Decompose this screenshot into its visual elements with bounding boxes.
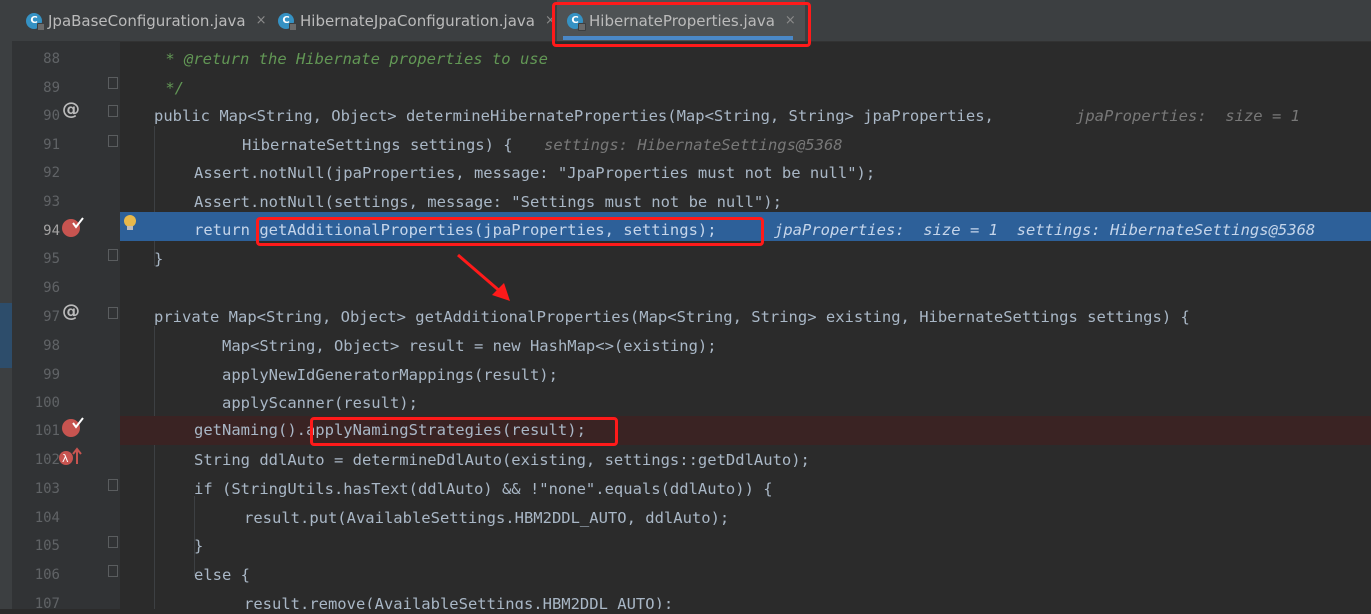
line-number: 102: [34, 452, 60, 468]
code-text: * @return the Hibernate properties to us…: [156, 50, 548, 68]
code-text: HibernateSettings settings) {: [186, 136, 513, 154]
editor-tab-bar: C JpaBaseConfiguration.java × C Hibernat…: [0, 0, 1371, 47]
line-gutter: 88 89 90 91 92 93 94 95 96 97 98 99 100 …: [12, 41, 120, 612]
fold-marker-icon[interactable]: [108, 565, 118, 577]
line-number: 96: [43, 280, 60, 296]
code-line-100[interactable]: applyScanner(result);: [120, 389, 1371, 418]
line-number: 105: [34, 538, 60, 554]
code-text: private Map<String, Object> getAdditiona…: [154, 308, 1190, 326]
code-text: */: [156, 79, 184, 97]
code-line-89[interactable]: */: [120, 74, 1371, 103]
fold-marker-icon[interactable]: [108, 77, 118, 89]
override-marker-icon[interactable]: @: [62, 99, 80, 120]
fold-marker-icon[interactable]: [108, 479, 118, 491]
code-text: if (StringUtils.hasText(ddlAuto) && !"no…: [166, 480, 773, 498]
override-marker-icon[interactable]: @: [62, 301, 80, 322]
class-c-icon: C: [278, 12, 297, 31]
code-line-95[interactable]: }: [120, 245, 1371, 274]
debug-inline-value: settings: HibernateSettings@5368: [544, 136, 843, 154]
line-number: 99: [43, 367, 60, 383]
line-number: 90: [43, 108, 60, 124]
debug-inline-value: jpaProperties: size = 1 settings: Hibern…: [774, 221, 1316, 239]
code-text: }: [166, 537, 204, 555]
code-line-92[interactable]: Assert.notNull(jpaProperties, message: "…: [120, 159, 1371, 188]
fold-marker-icon[interactable]: [108, 307, 118, 319]
tab-label: HibernateJpaConfiguration.java: [300, 11, 535, 30]
code-line-105[interactable]: }: [120, 532, 1371, 561]
line-number: 106: [34, 567, 60, 583]
code-line-107[interactable]: result.remove(AvailableSettings.HBM2DDL_…: [120, 590, 1371, 609]
lambda-up-icon[interactable]: λ: [58, 446, 84, 472]
line-number: 101: [34, 423, 60, 439]
code-line-90[interactable]: public Map<String, Object> determineHibe…: [120, 102, 1371, 131]
code-text: else {: [166, 566, 250, 584]
line-number: 92: [43, 165, 60, 181]
code-text: result.put(AvailableSettings.HBM2DDL_AUT…: [188, 509, 730, 527]
code-line-88[interactable]: * @return the Hibernate properties to us…: [120, 45, 1371, 74]
fold-marker-icon[interactable]: [108, 536, 118, 548]
line-number: 104: [34, 510, 60, 526]
line-number: 89: [43, 80, 60, 96]
code-text: }: [154, 250, 164, 268]
annotation-box-naming: [310, 417, 618, 446]
code-text: public Map<String, Object> determineHibe…: [154, 107, 994, 125]
code-line-98[interactable]: Map<String, Object> result = new HashMap…: [120, 332, 1371, 361]
line-number: 95: [43, 251, 60, 267]
line-number: 93: [43, 194, 60, 210]
fold-marker-icon[interactable]: [108, 249, 118, 261]
fold-marker-icon[interactable]: [108, 105, 118, 117]
tab-hibernate-jpa-configuration[interactable]: C HibernateJpaConfiguration.java ×: [272, 0, 556, 41]
code-line-96[interactable]: [120, 274, 1371, 303]
code-text: Map<String, Object> result = new HashMap…: [194, 337, 717, 355]
code-line-106[interactable]: else {: [120, 561, 1371, 590]
line-number: 100: [34, 395, 60, 411]
svg-text:λ: λ: [62, 452, 69, 465]
debug-inline-value: jpaProperties: size = 1: [1076, 107, 1300, 125]
code-line-102[interactable]: String ddlAuto = determineDdlAuto(existi…: [120, 446, 1371, 475]
line-number: 103: [34, 481, 60, 497]
code-text: result.remove(AvailableSettings.HBM2DDL_…: [188, 595, 674, 609]
code-editor[interactable]: * @return the Hibernate properties to us…: [120, 41, 1371, 609]
code-line-99[interactable]: applyNewIdGeneratorMappings(result);: [120, 361, 1371, 390]
line-number: 107: [34, 596, 60, 612]
line-number: 97: [43, 309, 60, 325]
tab-label: JpaBaseConfiguration.java: [48, 11, 246, 30]
code-line-91[interactable]: HibernateSettings settings) { settings: …: [120, 131, 1371, 160]
breakpoint-check-icon[interactable]: [62, 216, 86, 242]
fold-marker-icon[interactable]: [108, 135, 118, 147]
code-text: applyNewIdGeneratorMappings(result);: [194, 366, 558, 384]
code-line-103[interactable]: if (StringUtils.hasText(ddlAuto) && !"no…: [120, 475, 1371, 504]
line-number: 88: [43, 51, 60, 67]
annotation-box-call: [256, 217, 764, 246]
code-line-104[interactable]: result.put(AvailableSettings.HBM2DDL_AUT…: [120, 504, 1371, 533]
line-number: 94: [43, 223, 60, 239]
close-icon[interactable]: ×: [256, 13, 267, 28]
code-text: String ddlAuto = determineDdlAuto(existi…: [166, 451, 810, 469]
breakpoint-line[interactable]: getNaming().applyNamingStrategies(result…: [120, 416, 1371, 445]
line-number: 98: [43, 338, 60, 354]
annotation-arrow-icon: [457, 253, 510, 301]
project-tool-strip: [0, 41, 12, 609]
class-c-icon: C: [26, 12, 45, 31]
tab-jpa-base-configuration[interactable]: C JpaBaseConfiguration.java ×: [22, 0, 267, 41]
code-text: Assert.notNull(settings, message: "Setti…: [166, 193, 782, 211]
lightbulb-icon[interactable]: [122, 213, 138, 239]
code-line-97[interactable]: private Map<String, Object> getAdditiona…: [120, 303, 1371, 332]
code-text: Assert.notNull(jpaProperties, message: "…: [166, 164, 876, 182]
breakpoint-check-icon[interactable]: [62, 416, 86, 442]
code-text: applyScanner(result);: [194, 394, 418, 412]
line-number: 91: [43, 137, 60, 153]
